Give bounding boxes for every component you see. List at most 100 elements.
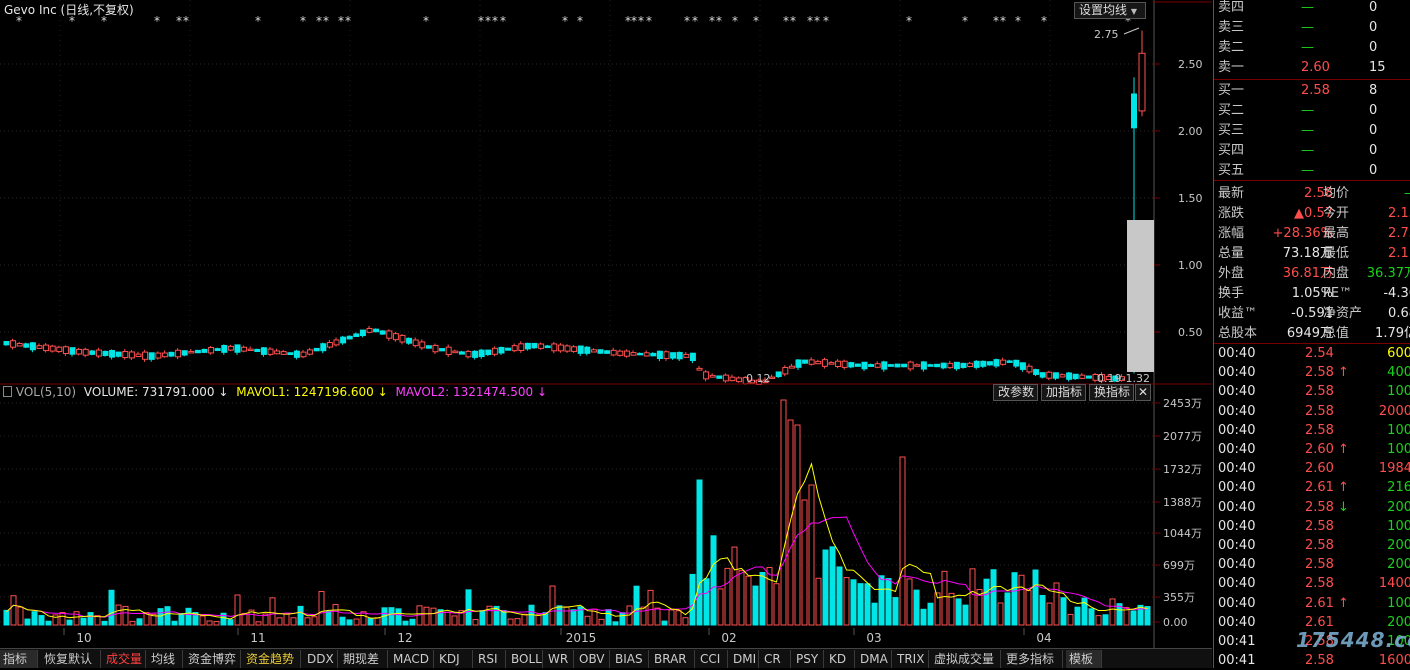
tab-25[interactable]: 更多指标 bbox=[1003, 650, 1063, 668]
tab-5[interactable]: 资金博弈 bbox=[185, 650, 241, 668]
tab-21[interactable]: KD bbox=[826, 650, 855, 668]
volume-bar bbox=[1088, 608, 1095, 626]
news-marker-icon[interactable]: * bbox=[316, 14, 322, 28]
news-marker-icon[interactable]: * bbox=[753, 14, 759, 28]
tab-1[interactable]: 指标 bbox=[0, 650, 38, 668]
tick-time: 00:40 bbox=[1218, 422, 1256, 438]
tab-16[interactable]: BRAR bbox=[651, 650, 695, 668]
tab-3[interactable]: 成交量 bbox=[103, 650, 146, 668]
news-marker-icon[interactable]: * bbox=[716, 14, 722, 28]
tab-24[interactable]: 虚拟成交量 bbox=[931, 650, 1001, 668]
candle-body bbox=[505, 347, 512, 351]
volume-chart[interactable]: 2453万 2077万 1732万 1388万 1044万 699万 355万 0.00 10… bbox=[0, 385, 1212, 648]
switch-indicator-button[interactable]: 换指标 bbox=[1089, 384, 1134, 401]
news-marker-icon[interactable]: * bbox=[631, 14, 637, 28]
volume-bar bbox=[983, 578, 990, 626]
news-marker-icon[interactable]: * bbox=[176, 14, 182, 28]
news-marker-icon[interactable]: * bbox=[338, 14, 344, 28]
add-indicator-button[interactable]: 加指标 bbox=[1041, 384, 1086, 401]
news-marker-icon[interactable]: * bbox=[790, 14, 796, 28]
tab-8[interactable]: 期现差 bbox=[340, 650, 388, 668]
tab-23[interactable]: TRIX bbox=[894, 650, 929, 668]
tab-11[interactable]: RSI bbox=[475, 650, 506, 668]
candle-body bbox=[214, 348, 221, 351]
news-marker-icon[interactable]: * bbox=[183, 14, 189, 28]
news-marker-icon[interactable]: * bbox=[478, 14, 484, 28]
volume-bar bbox=[696, 479, 703, 626]
price-chart[interactable]: 2.502.001.501.000.50 * * * * * * * * * * * * * * * * * * *… bbox=[0, 0, 1212, 385]
tab-6[interactable]: 资金趋势 bbox=[243, 650, 301, 668]
news-marker-icon[interactable]: * bbox=[1041, 14, 1047, 28]
bid-row: 买三 — 0 bbox=[1214, 121, 1410, 140]
news-marker-icon[interactable]: * bbox=[323, 14, 329, 28]
candle-body bbox=[854, 363, 861, 367]
volume-bar bbox=[66, 619, 73, 626]
volume-bar bbox=[325, 610, 332, 626]
candle-body bbox=[320, 343, 327, 352]
close-icon[interactable]: ✕ bbox=[1135, 384, 1151, 401]
news-marker-icon[interactable]: * bbox=[732, 14, 738, 28]
ask-volume: 0 bbox=[1369, 40, 1378, 55]
tab-2[interactable]: 恢复默认 bbox=[41, 650, 101, 668]
stat-label: 最新 bbox=[1218, 186, 1245, 201]
tab-7[interactable]: DDX bbox=[304, 650, 338, 668]
candle-body bbox=[1131, 93, 1137, 129]
news-marker-icon[interactable]: * bbox=[783, 14, 789, 28]
trade-tick-row: 00:40 2.60 1984 bbox=[1214, 459, 1410, 478]
tick-time: 00:41 bbox=[1218, 634, 1256, 649]
tab-13[interactable]: WR bbox=[545, 650, 574, 668]
news-marker-icon[interactable]: * bbox=[1000, 14, 1006, 28]
tab-15[interactable]: BIAS bbox=[612, 650, 649, 668]
news-marker-icon[interactable]: * bbox=[154, 14, 160, 28]
tab-17[interactable]: CCI bbox=[697, 650, 728, 668]
volume-bar bbox=[276, 617, 283, 626]
news-marker-icon[interactable]: * bbox=[823, 14, 829, 28]
dropdown-arrow-icon: ▼ bbox=[1130, 7, 1137, 16]
edit-params-button[interactable]: 改参数 bbox=[993, 384, 1038, 401]
news-marker-icon[interactable]: * bbox=[485, 14, 491, 28]
tab-18[interactable]: DMI bbox=[730, 650, 759, 668]
news-marker-icon[interactable]: * bbox=[807, 14, 813, 28]
news-marker-icon[interactable]: * bbox=[423, 14, 429, 28]
tab-22[interactable]: DMA bbox=[857, 650, 892, 668]
volume-tick-label: 2453万 bbox=[1163, 397, 1202, 410]
news-marker-icon[interactable]: * bbox=[692, 14, 698, 28]
tab-10[interactable]: KDJ bbox=[436, 650, 473, 668]
tab-4[interactable]: 均线 bbox=[148, 650, 183, 668]
news-marker-icon[interactable]: * bbox=[684, 14, 690, 28]
tab-26[interactable]: 模板 bbox=[1066, 650, 1102, 668]
news-marker-icon[interactable]: * bbox=[492, 14, 498, 28]
candle-body bbox=[696, 367, 703, 371]
tab-9[interactable]: MACD bbox=[390, 650, 434, 668]
candle-body bbox=[564, 345, 571, 352]
news-marker-icon[interactable]: * bbox=[993, 14, 999, 28]
news-marker-icon[interactable]: * bbox=[300, 14, 306, 28]
news-marker-icon[interactable]: * bbox=[500, 14, 506, 28]
tab-19[interactable]: CR bbox=[761, 650, 791, 668]
news-marker-icon[interactable]: * bbox=[709, 14, 715, 28]
news-marker-icon[interactable]: * bbox=[577, 14, 583, 28]
news-marker-icon[interactable]: * bbox=[1015, 14, 1021, 28]
volume-bar bbox=[269, 597, 276, 626]
candle-body bbox=[122, 351, 129, 359]
tab-20[interactable]: PSY bbox=[793, 650, 824, 668]
tab-12[interactable]: BOLL bbox=[508, 650, 543, 668]
volume-bar bbox=[549, 585, 556, 626]
news-marker-icon[interactable]: * bbox=[255, 14, 261, 28]
news-marker-icon[interactable]: * bbox=[345, 14, 351, 28]
candle-body bbox=[379, 330, 386, 335]
volume-tick-label: 1388万 bbox=[1163, 496, 1202, 509]
set-ma-button[interactable]: 设置均线 ▼ bbox=[1074, 2, 1146, 19]
tab-14[interactable]: OBV bbox=[576, 650, 610, 668]
news-marker-icon[interactable]: * bbox=[906, 14, 912, 28]
tick-time: 00:40 bbox=[1218, 518, 1256, 534]
news-marker-icon[interactable]: * bbox=[814, 14, 820, 28]
news-marker-icon[interactable]: * bbox=[646, 14, 652, 28]
candle-body bbox=[128, 351, 135, 359]
news-marker-icon[interactable]: * bbox=[562, 14, 568, 28]
news-marker-icon[interactable]: * bbox=[638, 14, 644, 28]
date-tick-label: 2015 bbox=[566, 631, 597, 645]
candle-body bbox=[274, 350, 281, 355]
news-marker-icon[interactable]: * bbox=[962, 14, 968, 28]
volume-bar bbox=[731, 546, 738, 626]
